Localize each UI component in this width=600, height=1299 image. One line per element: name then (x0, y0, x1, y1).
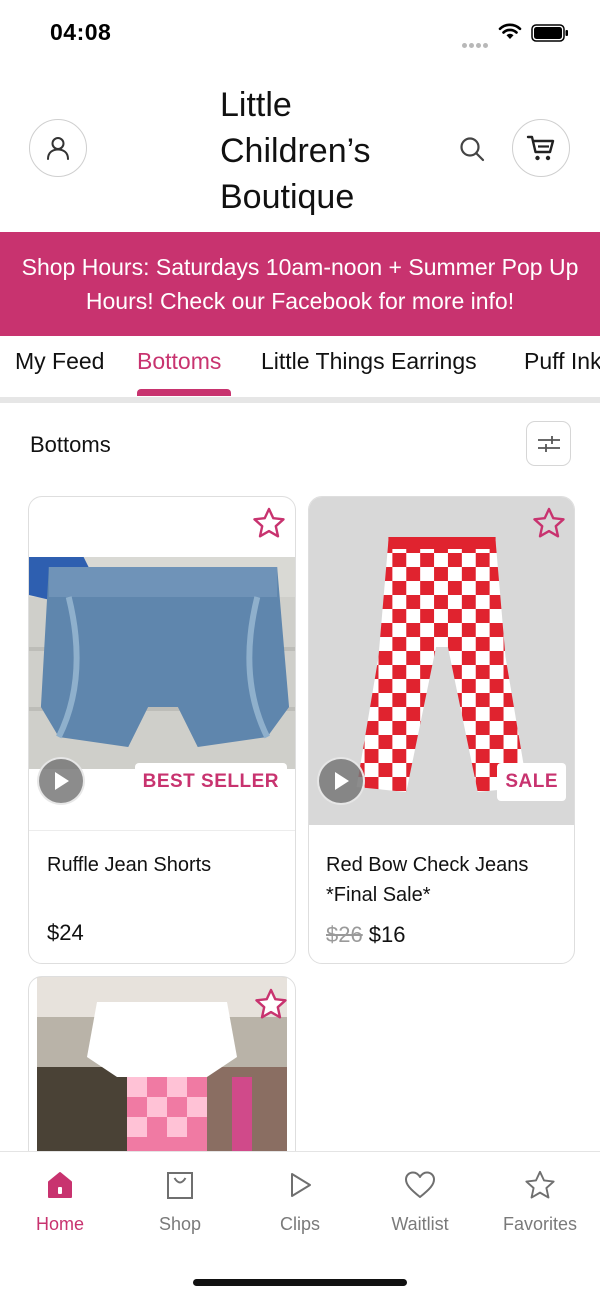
play-icon (335, 772, 349, 790)
product-price: $24 (47, 920, 84, 945)
nav-home[interactable]: Home (0, 1152, 120, 1252)
favorite-button[interactable] (252, 985, 290, 1023)
nav-waitlist[interactable]: Waitlist (360, 1152, 480, 1252)
nav-clips[interactable]: Clips (240, 1152, 360, 1252)
star-outline-icon (253, 507, 285, 538)
tab-little-things-earrings[interactable]: Little Things Earrings (261, 348, 477, 375)
home-icon (44, 1168, 76, 1202)
banner-text: Shop Hours: Saturdays 10am-noon + Summer… (21, 254, 579, 314)
tab-bottoms[interactable]: Bottoms (137, 348, 221, 375)
account-button[interactable] (29, 119, 87, 177)
divider (0, 397, 600, 403)
section-title: Bottoms (30, 432, 111, 457)
app-header: Little Children’s Boutique (0, 66, 600, 232)
product-image (29, 557, 295, 769)
nav-shop[interactable]: Shop (120, 1152, 240, 1252)
cart-icon (526, 135, 555, 161)
user-icon (47, 137, 69, 160)
heart-icon (404, 1168, 436, 1202)
best-seller-badge: BEST SELLER (134, 763, 287, 801)
sliders-icon (537, 435, 560, 452)
play-video-button[interactable] (317, 757, 365, 805)
shopping-bag-icon (164, 1168, 196, 1202)
nav-label: Home (35, 1214, 84, 1234)
play-icon (284, 1168, 316, 1202)
active-tab-indicator (137, 389, 231, 396)
nav-label: Clips (279, 1214, 320, 1234)
wifi-icon (498, 23, 522, 39)
sale-price: $16 (368, 922, 406, 947)
product-name: Ruffle Jean Shorts (47, 854, 212, 876)
favorite-button[interactable] (250, 504, 288, 542)
cart-button[interactable] (512, 119, 570, 177)
star-outline-icon (533, 507, 565, 538)
announcement-banner[interactable]: Shop Hours: Saturdays 10am-noon + Summer… (0, 232, 600, 336)
product-image (37, 977, 287, 1175)
signal-dots-icon (462, 35, 490, 53)
nav-label: Waitlist (391, 1214, 449, 1234)
filter-button[interactable] (526, 421, 571, 466)
star-icon (255, 988, 287, 1019)
product-price-row: $26 $16 (326, 922, 405, 948)
store-title: Little Children’s Boutique (220, 86, 371, 216)
product-card[interactable] (28, 976, 296, 1176)
product-card[interactable]: SALE Red Bow Check Jeans *Final Sale* $2… (308, 496, 575, 964)
sale-badge: SALE (497, 763, 566, 801)
nav-label: Favorites (502, 1214, 578, 1234)
search-button[interactable] (456, 133, 488, 165)
category-tabs: My Feed Bottoms Little Things Earrings P… (0, 336, 600, 398)
original-price: $26 (326, 922, 363, 947)
nav-label: Shop (158, 1214, 202, 1234)
play-video-button[interactable] (37, 757, 85, 805)
battery-icon (531, 24, 568, 42)
status-bar: 04:08 (0, 0, 600, 66)
home-indicator (193, 1279, 407, 1286)
status-time: 04:08 (50, 19, 112, 45)
bottom-navigation: Home Shop Clips Waitlist Favorites (0, 1151, 600, 1299)
play-icon (55, 772, 69, 790)
favorite-button[interactable] (530, 504, 568, 542)
product-card[interactable]: BEST SELLER Ruffle Jean Shorts $24 (28, 496, 296, 964)
nav-favorites[interactable]: Favorites (480, 1152, 600, 1252)
divider (29, 830, 295, 831)
search-icon (460, 137, 485, 162)
tab-my-feed[interactable]: My Feed (15, 348, 104, 375)
product-name: Red Bow Check Jeans *Final Sale* (326, 854, 529, 906)
tab-puff-ink[interactable]: Puff Ink (524, 348, 600, 375)
star-icon (524, 1168, 556, 1202)
